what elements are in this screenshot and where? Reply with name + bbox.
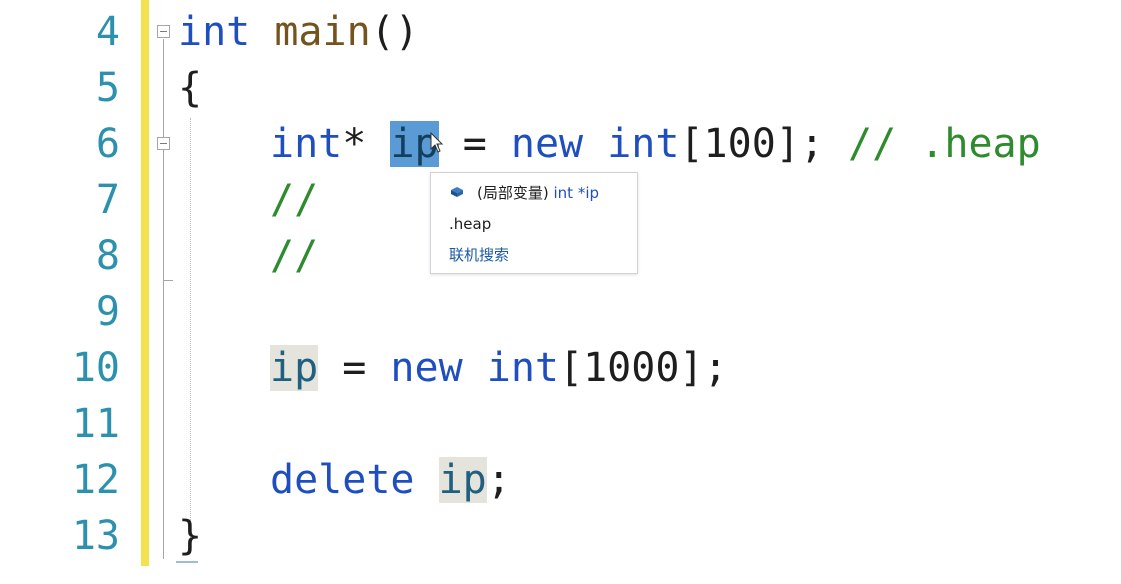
tooltip-signature: (局部变量) int *ip xyxy=(477,182,599,204)
quickinfo-tooltip: (局部变量) int *ip .heap 联机搜索 xyxy=(430,172,638,274)
collapse-toggle-icon[interactable] xyxy=(157,25,170,38)
keyword-token: int xyxy=(607,121,680,167)
line-number: 9 xyxy=(95,289,120,335)
keyword-token: new xyxy=(510,121,584,167)
code-line-8[interactable]: // xyxy=(270,228,318,284)
brace-token: { xyxy=(178,65,203,111)
keyword-token: int xyxy=(486,345,560,391)
operator-token: * xyxy=(342,121,367,167)
tooltip-scope: (局部变量) xyxy=(477,184,549,202)
outline-end-tick xyxy=(163,280,173,281)
line-number: 11 xyxy=(71,401,120,447)
comment-token: // xyxy=(270,233,319,279)
line-number: 7 xyxy=(95,177,120,223)
keyword-token: int xyxy=(270,121,343,167)
indent-guide xyxy=(190,118,191,538)
change-tracking-bar xyxy=(141,0,149,566)
punctuation-token: [1000]; xyxy=(559,345,728,391)
operator-token: = xyxy=(318,345,391,391)
code-line-12[interactable]: delete ip; xyxy=(270,452,511,508)
keyword-token: new xyxy=(390,345,463,391)
outline-line xyxy=(163,151,164,281)
line-number: 6 xyxy=(95,121,120,167)
punctuation-token: [100]; xyxy=(679,121,849,167)
reference-highlight[interactable]: ip xyxy=(270,345,319,391)
line-number: 8 xyxy=(95,233,120,279)
tooltip-type: int *ip xyxy=(553,184,600,202)
code-line-7[interactable]: // xyxy=(270,172,318,228)
code-line-4[interactable]: int main() xyxy=(178,4,419,60)
local-variable-icon xyxy=(451,187,463,197)
line-number: 13 xyxy=(71,513,120,559)
keyword-token: delete xyxy=(270,457,415,503)
line-number: 12 xyxy=(71,457,120,503)
punctuation-token: ; xyxy=(486,457,511,503)
function-name-token: main xyxy=(274,9,371,55)
outline-line xyxy=(163,39,164,559)
punctuation-token: () xyxy=(370,9,419,55)
brace-token: } xyxy=(178,513,203,559)
reference-highlight[interactable]: ip xyxy=(438,457,487,503)
comment-token: // .heap xyxy=(848,121,1041,167)
tooltip-doc: .heap xyxy=(449,215,492,233)
line-number-gutter: 4 5 6 7 8 9 10 11 12 13 xyxy=(0,0,120,584)
line-number: 10 xyxy=(71,345,120,391)
line-number: 4 xyxy=(95,9,120,55)
code-line-13[interactable]: } xyxy=(178,508,202,564)
operator-token: = xyxy=(438,121,511,167)
code-line-6[interactable]: int* ip = new int[100]; // .heap xyxy=(270,116,1041,172)
collapse-toggle-icon[interactable] xyxy=(157,137,170,150)
online-search-link[interactable]: 联机搜索 xyxy=(449,244,509,266)
keyword-token: int xyxy=(178,9,251,55)
line-number: 5 xyxy=(95,65,120,111)
code-line-5[interactable]: { xyxy=(178,60,202,116)
comment-token: // xyxy=(270,177,319,223)
code-line-10[interactable]: ip = new int[1000]; xyxy=(270,340,728,396)
mouse-pointer-icon xyxy=(430,132,444,153)
